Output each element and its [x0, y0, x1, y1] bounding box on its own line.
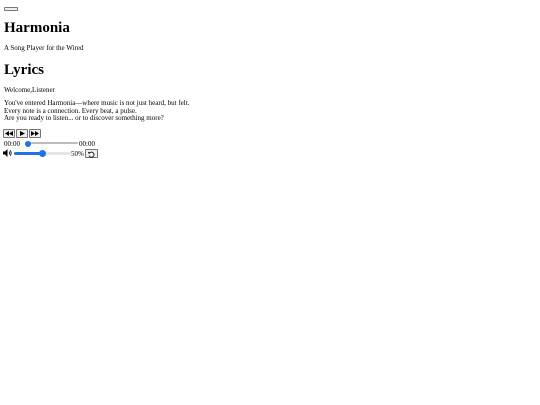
playback-controls	[3, 129, 41, 139]
play-button[interactable]	[16, 129, 28, 138]
volume-slider[interactable]	[14, 150, 71, 157]
volume-thumb[interactable]	[39, 150, 46, 157]
volume-row: 50%	[3, 148, 103, 159]
fast-forward-button[interactable]	[29, 129, 41, 138]
lyrics-heading: Lyrics	[4, 62, 44, 78]
welcome-prefix: Welcome,	[4, 86, 33, 94]
rewind-button[interactable]	[3, 129, 15, 138]
fast-forward-icon	[31, 131, 39, 136]
rewind-icon	[5, 131, 13, 136]
lyrics-text: You've entered Harmonia—where music is n…	[4, 99, 189, 123]
lyrics-line: Are you ready to listen... or to discove…	[4, 114, 164, 122]
page: Harmonia A Song Player for the Wired Lyr…	[0, 0, 540, 405]
loop-icon	[88, 146, 95, 161]
seek-thumb[interactable]	[25, 141, 31, 147]
listener-name: Listener	[32, 86, 55, 94]
menu-button[interactable]	[4, 7, 18, 11]
loop-button[interactable]	[85, 149, 98, 158]
seek-slider[interactable]	[25, 141, 78, 147]
page-title: Harmonia	[4, 20, 70, 36]
volume-percent: 50%	[71, 150, 84, 158]
speaker-icon[interactable]	[3, 149, 13, 157]
play-icon	[19, 131, 25, 136]
page-subtitle: A Song Player for the Wired	[4, 44, 84, 52]
current-time: 00:00	[4, 140, 20, 148]
welcome-message: Welcome,Listener	[4, 86, 55, 94]
